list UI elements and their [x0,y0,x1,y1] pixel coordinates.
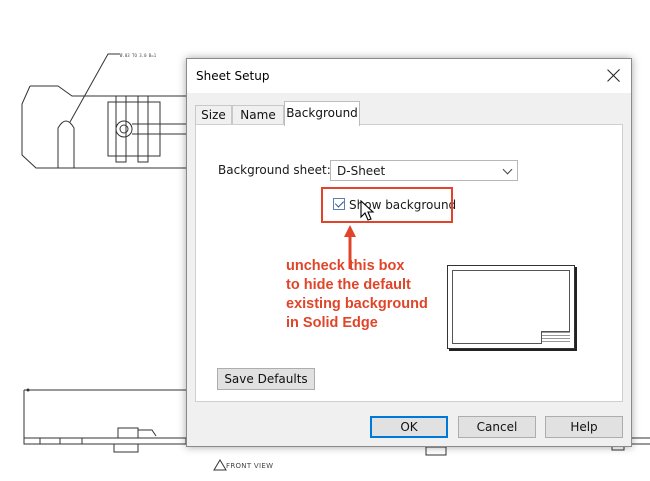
dialog-titlebar: Sheet Setup [187,59,631,93]
tab-name[interactable]: Name [232,105,284,125]
front-view-label: FRONT VIEW [226,462,274,470]
annotation-line-1: uncheck this box [286,258,405,274]
dialog-title: Sheet Setup [196,69,270,83]
background-sheet-select[interactable]: D-Sheet [330,160,518,181]
leader-note: Ø.03 TO 3.0 B=1 [120,53,157,58]
close-icon[interactable] [603,65,625,87]
background-sheet-label: Background sheet: [218,163,331,177]
ok-button[interactable]: OK [370,416,448,438]
sheet-preview [447,265,575,349]
sheet-setup-dialog: Sheet Setup Size Name Background Backgro… [186,58,632,447]
annotation-line-4: in Solid Edge [286,315,378,331]
annotation-line-3: existing background [286,296,428,312]
save-defaults-button[interactable]: Save Defaults [217,368,315,390]
chevron-down-icon [502,164,513,175]
annotation-highlight-box [321,187,453,223]
annotation-line-2: to hide the default [286,277,411,293]
preview-title-block [541,331,570,344]
annotation-text: uncheck this box to hide the default exi… [286,257,456,333]
help-button[interactable]: Help [545,416,623,438]
cancel-button[interactable]: Cancel [458,416,536,438]
tab-size[interactable]: Size [195,105,232,125]
mouse-pointer-icon [360,200,375,221]
tab-background[interactable]: Background [284,101,360,126]
background-sheet-value: D-Sheet [337,164,386,178]
